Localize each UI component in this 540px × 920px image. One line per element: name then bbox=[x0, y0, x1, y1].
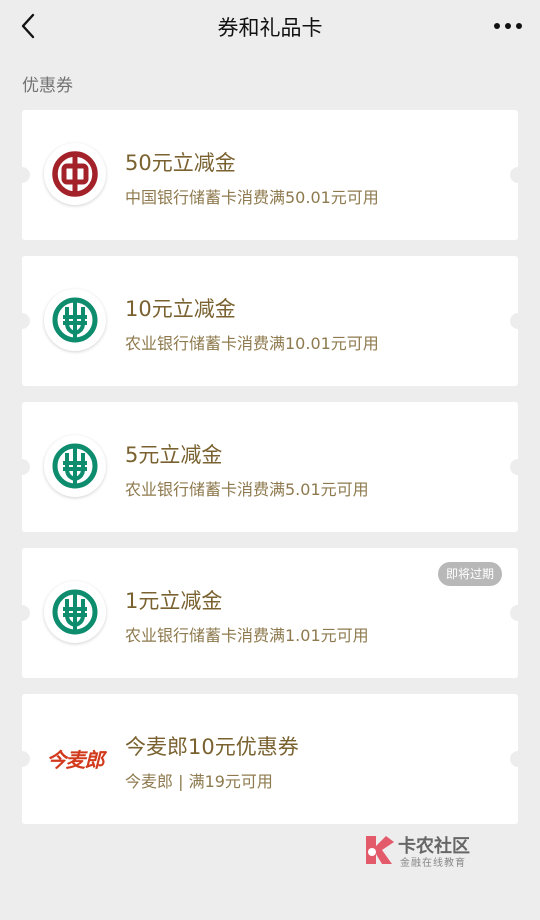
watermark-subtitle: 金融在线教育 bbox=[400, 858, 466, 869]
expiring-badge: 即将过期 bbox=[437, 562, 502, 586]
agricultural-bank-logo bbox=[44, 581, 106, 643]
agricultural-bank-icon bbox=[52, 589, 98, 635]
coupon-title: 1元立减金 bbox=[125, 589, 223, 613]
ticket-notch bbox=[510, 167, 526, 183]
coupon-condition: 农业银行储蓄卡消费满5.01元可用 bbox=[125, 480, 369, 499]
jinmailang-logo-text: 今麦郎 bbox=[46, 747, 105, 772]
agricultural-bank-logo bbox=[44, 289, 106, 351]
page-title: 券和礼品卡 bbox=[217, 16, 323, 40]
coupon-card[interactable]: 50元立减金 中国银行储蓄卡消费满50.01元可用 bbox=[14, 110, 526, 240]
section-label-coupons: 优惠券 bbox=[22, 76, 73, 96]
ticket-notch bbox=[510, 313, 526, 329]
more-horizontal-icon bbox=[494, 23, 522, 29]
bank-of-china-icon bbox=[52, 151, 98, 197]
ticket-notch bbox=[510, 751, 526, 767]
agricultural-bank-logo bbox=[44, 435, 106, 497]
agricultural-bank-icon bbox=[52, 443, 98, 489]
coupon-title: 10元立减金 bbox=[125, 297, 236, 321]
coupon-title: 50元立减金 bbox=[125, 151, 236, 175]
jinmailang-logo: 今麦郎 bbox=[44, 727, 106, 789]
watermark: 卡农社区 金融在线教育 bbox=[360, 832, 490, 870]
ticket-notch bbox=[14, 313, 30, 329]
coupon-condition: 农业银行储蓄卡消费满10.01元可用 bbox=[125, 334, 379, 353]
more-button[interactable] bbox=[486, 8, 530, 44]
coupon-card[interactable]: 1元立减金 农业银行储蓄卡消费满1.01元可用 即将过期 bbox=[14, 548, 526, 678]
ticket-notch bbox=[14, 459, 30, 475]
bank-of-china-logo bbox=[44, 143, 106, 205]
coupon-condition: 农业银行储蓄卡消费满1.01元可用 bbox=[125, 626, 369, 645]
ticket-notch bbox=[14, 167, 30, 183]
coupon-card[interactable]: 10元立减金 农业银行储蓄卡消费满10.01元可用 bbox=[14, 256, 526, 386]
coupon-title: 今麦郎10元优惠券 bbox=[125, 735, 299, 759]
ticket-notch bbox=[14, 605, 30, 621]
coupon-card[interactable]: 5元立减金 农业银行储蓄卡消费满5.01元可用 bbox=[14, 402, 526, 532]
coupon-title: 5元立减金 bbox=[125, 443, 223, 467]
agricultural-bank-icon bbox=[52, 297, 98, 343]
back-button[interactable] bbox=[10, 8, 46, 44]
ticket-notch bbox=[14, 751, 30, 767]
coupon-condition: 今麦郎 | 满19元可用 bbox=[125, 772, 273, 791]
coupon-card[interactable]: 今麦郎 今麦郎10元优惠券 今麦郎 | 满19元可用 bbox=[14, 694, 526, 824]
top-bar: 券和礼品卡 bbox=[0, 0, 540, 54]
ticket-notch bbox=[510, 605, 526, 621]
coupon-condition: 中国银行储蓄卡消费满50.01元可用 bbox=[125, 188, 379, 207]
kanong-logo-icon bbox=[366, 836, 394, 864]
ticket-notch bbox=[510, 459, 526, 475]
chevron-left-icon bbox=[21, 13, 35, 39]
